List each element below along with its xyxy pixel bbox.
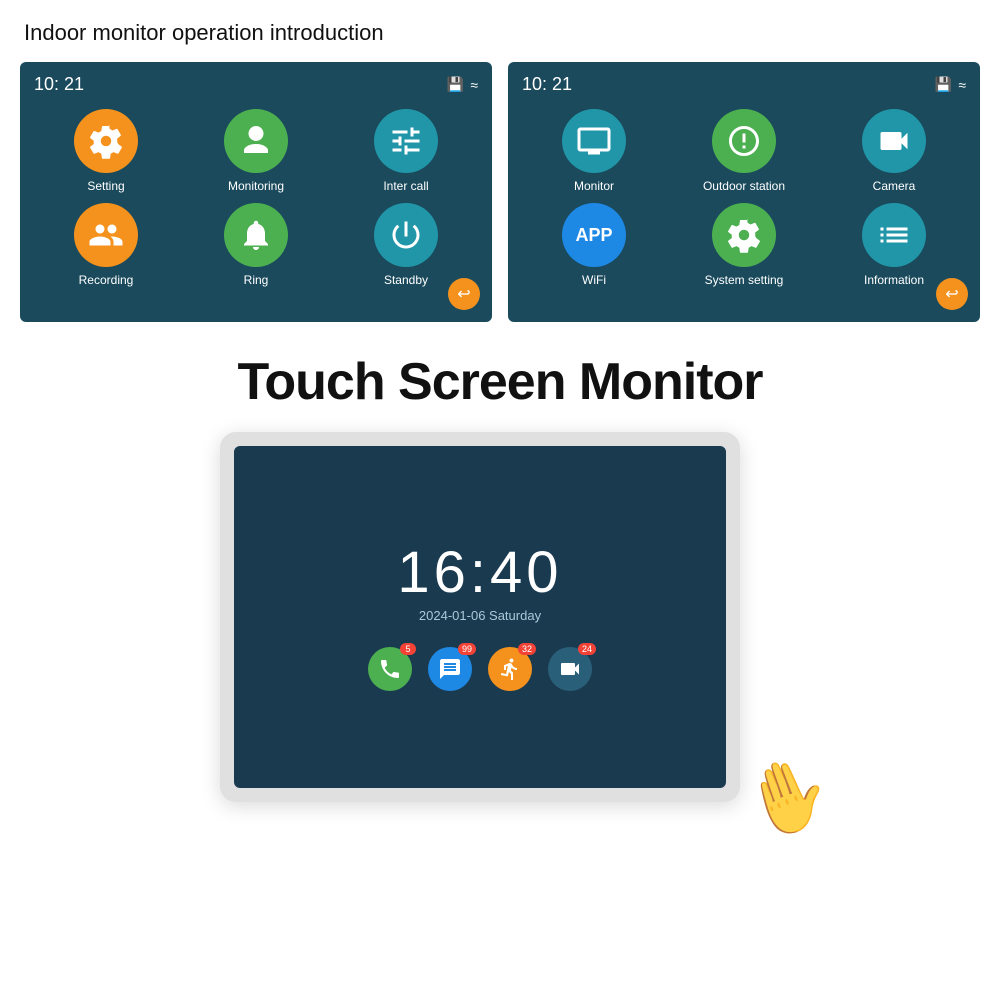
screen1-back-button[interactable]: ↩ [448,278,480,310]
screen2-header: 10: 21 💾 ≈ [522,74,966,95]
hand-pointer-icon: 🤚 [733,749,839,845]
screen1-header: 10: 21 💾 ≈ [34,74,478,95]
phone-badge: 5 [400,643,416,655]
camera-circle [862,109,926,173]
video-badge: 24 [578,643,596,655]
intercall-label: Inter call [383,179,428,193]
setting-label: Setting [87,179,124,193]
outdoor-circle [712,109,776,173]
intercall-circle [374,109,438,173]
screens-row: 10: 21 💾 ≈ Setting [20,62,980,322]
video-icon [558,657,582,681]
person-icon [498,657,522,681]
person-icon-wrap[interactable]: 32 [488,647,532,691]
tablet-bottom-icons: 5 99 [368,647,592,691]
standby-label: Standby [384,273,428,287]
system-setting-circle [712,203,776,267]
monitor-icon [576,123,612,159]
screen2-time: 10: 21 [522,74,572,95]
monitor-label: Monitor [574,179,614,193]
setting-menu-item[interactable]: Setting [34,109,178,193]
screen2-back-button[interactable]: ↩ [936,278,968,310]
standby-circle [374,203,438,267]
ring-label: Ring [244,273,269,287]
ring-menu-item[interactable]: Ring [184,203,328,287]
app-circle: APP [562,203,626,267]
webcam-icon [238,123,274,159]
wifi-label: WiFi [582,273,606,287]
page-container: Indoor monitor operation introduction 10… [0,0,1000,1000]
screen1-status-icons: 💾 ≈ [447,76,478,93]
screen1-menu-grid: Setting Monitoring [34,109,478,287]
users-icon [88,217,124,253]
tablet-device[interactable]: 16:40 2024-01-06 Saturday 5 [220,432,740,802]
gear-icon [88,123,124,159]
tablet-time: 16:40 [397,544,562,602]
sd-card-icon2: 💾 [935,76,952,93]
tablet-wrapper: 16:40 2024-01-06 Saturday 5 [220,432,780,822]
system-setting-label: System setting [705,273,784,287]
wifi-app-menu-item[interactable]: APP WiFi [522,203,666,287]
monitoring-circle [224,109,288,173]
gear2-icon [726,217,762,253]
screen1: 10: 21 💾 ≈ Setting [20,62,492,322]
information-circle [862,203,926,267]
information-menu-item[interactable]: Information [822,203,966,287]
intercall-menu-item[interactable]: Inter call [334,109,478,193]
page-title: Indoor monitor operation introduction [24,20,980,46]
chat-badge: 99 [458,643,476,655]
bottom-section: Touch Screen Monitor 16:40 2024-01-06 Sa… [20,352,980,822]
tablet-screen: 16:40 2024-01-06 Saturday 5 [234,446,726,788]
power-icon [388,217,424,253]
app-text: APP [575,225,612,246]
system-setting-menu-item[interactable]: System setting [672,203,816,287]
phone-icon [378,657,402,681]
touch-screen-title: Touch Screen Monitor [237,352,762,412]
wifi-icon: ≈ [470,77,478,93]
phone-icon-wrap[interactable]: 5 [368,647,412,691]
screen1-time: 10: 21 [34,74,84,95]
outdoor-label: Outdoor station [703,179,785,193]
list-icon [876,217,912,253]
tablet-date: 2024-01-06 Saturday [419,608,541,623]
screen2: 10: 21 💾 ≈ Monitor [508,62,980,322]
monitoring-label: Monitoring [228,179,284,193]
chat-icon-wrap[interactable]: 99 [428,647,472,691]
equalizer-icon [388,123,424,159]
screen2-menu-grid: Monitor Outdoor station [522,109,966,287]
chat-icon [438,657,462,681]
screen2-status-icons: 💾 ≈ [935,76,966,93]
ring-circle [224,203,288,267]
information-label: Information [864,273,924,287]
recording-menu-item[interactable]: Recording [34,203,178,287]
video-icon-wrap[interactable]: 24 [548,647,592,691]
doorbell-icon [726,123,762,159]
monitoring-menu-item[interactable]: Monitoring [184,109,328,193]
recording-circle [74,203,138,267]
sd-card-icon: 💾 [447,76,464,93]
monitor-menu-item[interactable]: Monitor [522,109,666,193]
camera-menu-item[interactable]: Camera [822,109,966,193]
recording-label: Recording [79,273,134,287]
wifi-icon2: ≈ [958,77,966,93]
outdoor-station-menu-item[interactable]: Outdoor station [672,109,816,193]
camera-label: Camera [873,179,916,193]
bell-icon [238,217,274,253]
cctv-icon [876,123,912,159]
monitor-circle [562,109,626,173]
standby-menu-item[interactable]: Standby [334,203,478,287]
person-badge: 32 [518,643,536,655]
setting-circle [74,109,138,173]
